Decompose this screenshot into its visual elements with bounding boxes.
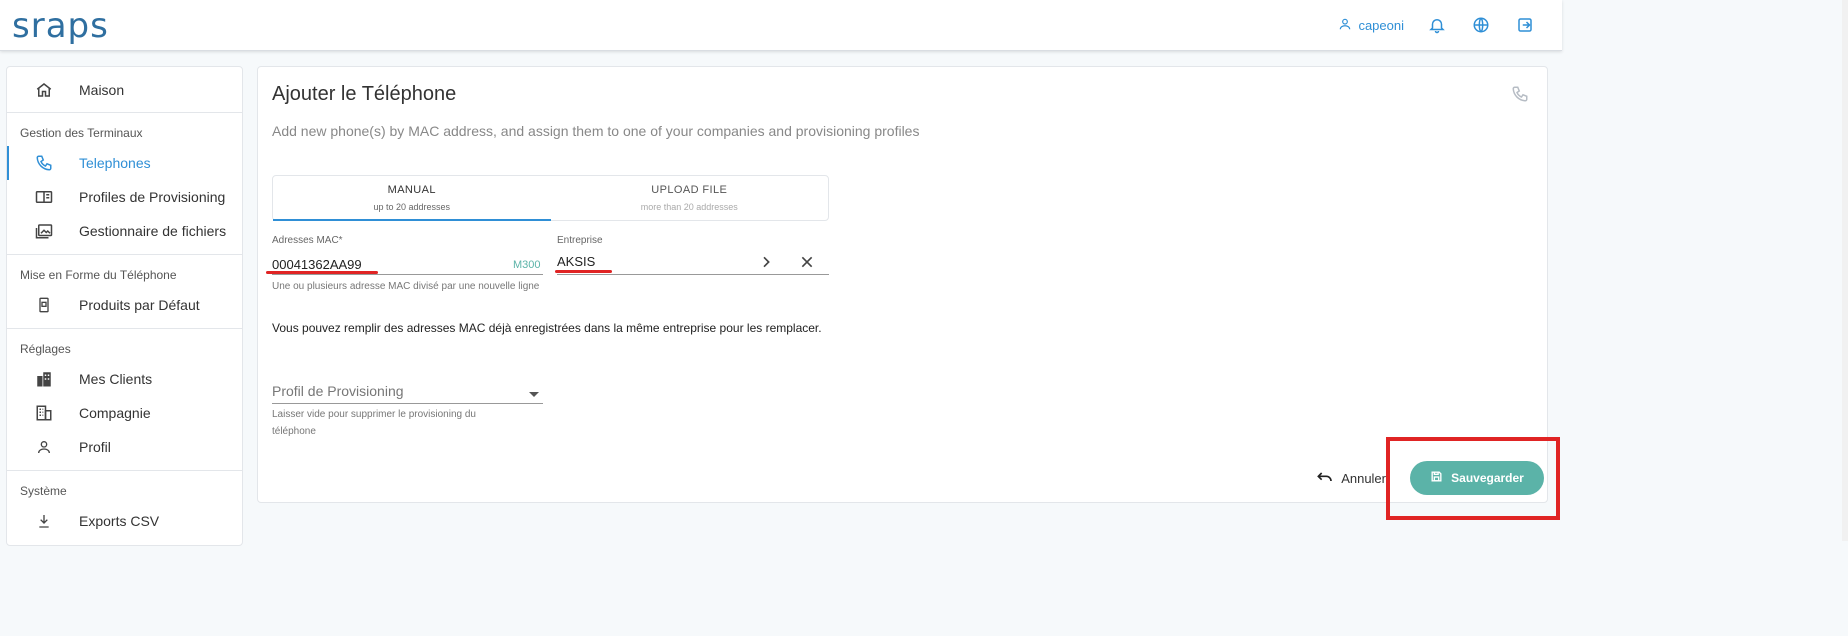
globe-icon[interactable]	[1470, 14, 1492, 36]
sidebar-item-label: Mes Clients	[79, 371, 153, 387]
sidebar-item-profile[interactable]: Profil	[7, 430, 242, 464]
tab-label: MANUAL	[387, 184, 436, 196]
sidebar-section-system: Système Exports CSV	[7, 471, 242, 544]
book-icon	[33, 186, 55, 208]
user-icon	[1338, 17, 1352, 34]
tab-upload-file[interactable]: UPLOAD FILE more than 20 addresses	[551, 176, 829, 220]
sidebar-item-provisioning-profiles[interactable]: Profiles de Provisioning	[7, 180, 242, 214]
cancel-label: Annuler	[1341, 470, 1386, 486]
sidebar-item-csv-exports[interactable]: Exports CSV	[7, 504, 242, 538]
replace-info-text: Vous pouvez remplir des adresses MAC déj…	[272, 321, 822, 335]
sidebar-item-my-clients[interactable]: Mes Clients	[7, 362, 242, 396]
company-field-underline	[557, 274, 829, 275]
clear-icon[interactable]	[799, 254, 815, 275]
section-title: Système	[20, 484, 67, 498]
phone-icon	[1511, 85, 1529, 108]
sidebar-item-file-manager[interactable]: Gestionnaire de fichiers	[7, 214, 242, 248]
tab-sublabel: up to 20 addresses	[373, 202, 451, 212]
sidebar-item-label: Profiles de Provisioning	[79, 189, 226, 205]
mac-field-label: Adresses MAC*	[272, 235, 343, 246]
app-logo[interactable]: sraps	[12, 6, 109, 46]
sidebar-item-label: Exports CSV	[79, 513, 160, 529]
sidebar-item-label: Profil	[79, 439, 111, 455]
username: capeoni	[1358, 17, 1404, 33]
sidebar-item-label: Produits par Défaut	[79, 297, 200, 313]
top-bar: sraps capeoni	[0, 0, 1562, 51]
tab-label: UPLOAD FILE	[651, 184, 728, 196]
bell-icon[interactable]	[1426, 14, 1448, 36]
sidebar-item-company[interactable]: Compagnie	[7, 396, 242, 430]
sidebar-section-terminals: Gestion des Terminaux Telephones Profile…	[7, 113, 242, 255]
section-title: Mise en Forme du Téléphone	[20, 268, 177, 282]
add-phone-card: Ajouter le Téléphone Add new phone(s) by…	[257, 66, 1548, 503]
sidebar-item-default-products[interactable]: Produits par Défaut	[7, 288, 242, 322]
mac-model-suffix: M300	[513, 259, 541, 271]
mac-field-hint: Une ou plusieurs adresse MAC divisé par …	[272, 281, 540, 292]
save-button-annotation-box	[1386, 437, 1560, 520]
user-menu[interactable]: capeoni	[1338, 17, 1404, 34]
logout-icon[interactable]	[1514, 14, 1536, 36]
profile-field-underline	[272, 403, 543, 404]
dropdown-arrow-icon[interactable]	[528, 386, 540, 404]
company-input[interactable]: AKSIS	[557, 254, 595, 269]
page-title: Ajouter le Téléphone	[272, 83, 457, 105]
company-annotation-underline	[555, 270, 612, 273]
building-icon	[33, 402, 55, 424]
tab-manual[interactable]: MANUAL up to 20 addresses	[273, 176, 551, 221]
sidebar-item-label: Maison	[79, 81, 125, 98]
home-icon	[33, 79, 55, 101]
city-icon	[33, 368, 55, 390]
company-field-label: Entreprise	[557, 235, 603, 246]
sidebar-item-home[interactable]: Maison	[7, 67, 242, 113]
phone-icon	[33, 152, 55, 174]
mac-address-input[interactable]: 00041362AA99	[272, 257, 362, 272]
sidebar-item-label: Gestionnaire de fichiers	[79, 223, 227, 239]
page-subtitle: Add new phone(s) by MAC address, and ass…	[272, 123, 920, 139]
sidebar: Maison Gestion des Terminaux Telephones …	[6, 66, 243, 546]
mac-annotation-underline	[266, 271, 378, 274]
mac-field-underline	[272, 274, 543, 275]
sidebar-item-label: Telephones	[79, 155, 151, 171]
sidebar-item-telephones[interactable]: Telephones	[7, 146, 242, 180]
undo-icon	[1317, 470, 1333, 487]
person-icon	[33, 436, 55, 458]
provisioning-profile-select[interactable]: Profil de Provisioning	[272, 383, 404, 399]
profile-field-hint: Laisser vide pour supprimer le provision…	[272, 409, 476, 437]
sidebar-item-label: Compagnie	[79, 405, 151, 421]
sidebar-section-phone-format: Mise en Forme du Téléphone Produits par …	[7, 255, 242, 329]
cancel-button[interactable]: Annuler	[1317, 470, 1386, 487]
tab-sublabel: more than 20 addresses	[640, 202, 738, 212]
section-title: Gestion des Terminaux	[20, 126, 143, 140]
chevron-right-icon[interactable]	[758, 254, 774, 275]
section-title: Réglages	[20, 342, 71, 356]
sidebar-section-settings: Réglages Mes Clients Compagnie Profil	[7, 329, 242, 471]
images-icon	[33, 220, 55, 242]
device-icon	[33, 294, 55, 316]
scrollbar[interactable]	[1842, 0, 1848, 541]
header-actions: capeoni	[1338, 14, 1536, 36]
download-icon	[33, 510, 55, 532]
input-mode-tabs: MANUAL up to 20 addresses UPLOAD FILE mo…	[272, 175, 829, 221]
